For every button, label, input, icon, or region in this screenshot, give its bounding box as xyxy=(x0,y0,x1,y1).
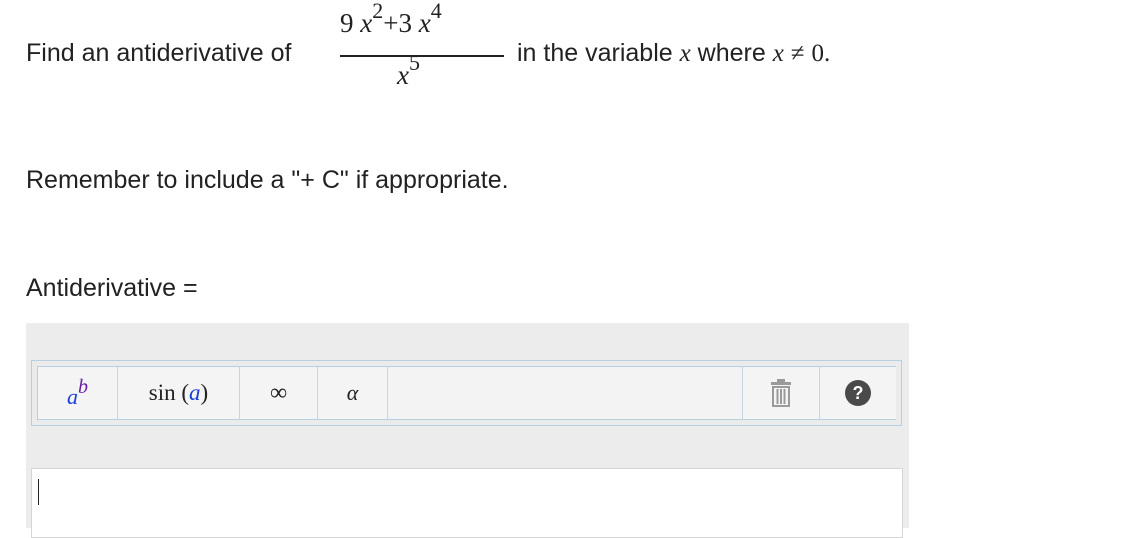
condition-var: x xyxy=(772,40,784,67)
answer-label: Antiderivative = xyxy=(26,274,198,302)
function-name: sin xyxy=(148,380,176,405)
exponent-base: a xyxy=(67,384,78,409)
fraction-bar xyxy=(340,55,504,57)
function-open-paren: ( xyxy=(181,380,190,405)
period: . xyxy=(823,40,831,67)
question-suffix: in the variable x where x ≠ 0. xyxy=(517,39,830,68)
greek-button[interactable]: α xyxy=(318,367,388,419)
exponent-button[interactable]: ab xyxy=(38,367,118,419)
exponent-power: b xyxy=(78,376,88,398)
condition-val: 0 xyxy=(811,40,824,67)
math-toolbar: ab sin (a) ∞ α ? xyxy=(31,360,902,426)
trash-button[interactable] xyxy=(742,367,820,419)
num-var1: x xyxy=(360,8,373,38)
function-close-paren: ) xyxy=(200,380,209,405)
trash-icon xyxy=(771,379,791,407)
num-var2: x xyxy=(418,8,431,38)
question-prefix: Find an antiderivative of xyxy=(26,39,292,67)
text-cursor xyxy=(38,479,39,505)
variable: x xyxy=(679,40,691,67)
infinity-button[interactable]: ∞ xyxy=(240,367,318,419)
fraction-numerator: 9 x2+3 x4 xyxy=(340,0,442,39)
help-button[interactable]: ? xyxy=(820,367,896,419)
math-toolbar-inner: ab sin (a) ∞ α ? xyxy=(37,366,896,420)
den-var: x xyxy=(397,60,409,90)
function-arg: a xyxy=(189,380,201,405)
function-button[interactable]: sin (a) xyxy=(118,367,240,419)
den-exp: 5 xyxy=(408,50,420,75)
num-coef: 9 xyxy=(340,8,354,38)
alpha-icon: α xyxy=(346,380,359,405)
where-text: where xyxy=(697,39,766,67)
num-exp2: 4 xyxy=(430,0,442,23)
num-plus: +3 xyxy=(383,8,412,38)
help-icon: ? xyxy=(845,380,871,406)
reminder-text: Remember to include a "+ C" if appropria… xyxy=(26,166,509,194)
fraction-denominator: x5 xyxy=(397,52,420,91)
condition-op: ≠ xyxy=(790,40,805,67)
infinity-icon: ∞ xyxy=(269,379,288,406)
num-exp1: 2 xyxy=(372,0,384,23)
mid-text: in the variable xyxy=(517,39,673,67)
